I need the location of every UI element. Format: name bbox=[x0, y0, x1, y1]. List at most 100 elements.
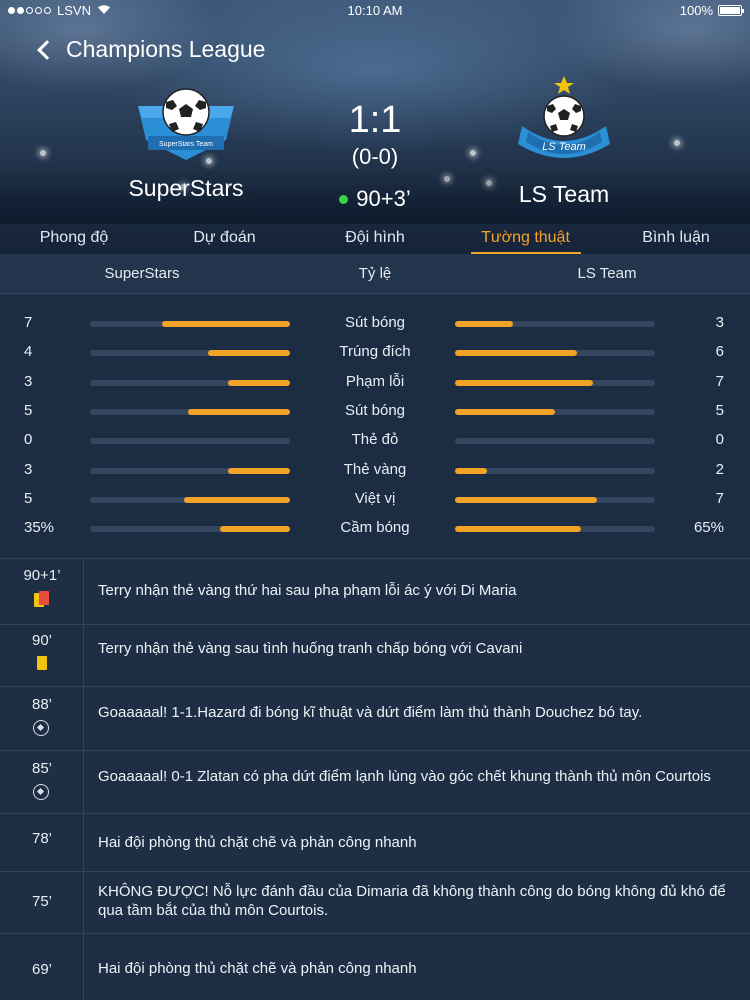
stat-away-bar-fill bbox=[455, 526, 581, 533]
stats-home-label: SuperStars bbox=[104, 265, 180, 282]
stat-row: 0 Thẻ đỏ 0 bbox=[0, 426, 750, 454]
stat-away-value: 65% bbox=[693, 519, 724, 537]
stat-row: 35% Cầm bóng 65% bbox=[0, 514, 750, 542]
stat-row: 5 Sút bóng 5 bbox=[0, 397, 750, 425]
stat-home-bar-fill bbox=[208, 350, 290, 357]
stat-home-bar bbox=[90, 408, 290, 415]
stats-middle-label: Tỷ lệ bbox=[358, 265, 392, 282]
stat-away-value: 3 bbox=[715, 314, 724, 331]
stat-row: 5 Việt vị 7 bbox=[0, 485, 750, 513]
football-icon bbox=[33, 720, 49, 736]
stat-label: Thẻ vàng bbox=[343, 460, 407, 478]
tab-bar: Phong độ Dự đoán Đội hình Tường thuật Bì… bbox=[0, 222, 750, 254]
tab-commentary[interactable]: Tường thuật bbox=[466, 222, 586, 254]
stat-home-bar bbox=[90, 496, 290, 503]
stat-home-bar bbox=[90, 321, 290, 327]
yellow-card-icon bbox=[37, 656, 47, 670]
stat-away-bar bbox=[455, 467, 655, 474]
stat-row: 3 Thẻ vàng 2 bbox=[0, 456, 750, 484]
football-icon bbox=[33, 784, 49, 800]
stat-home-bar-fill bbox=[228, 379, 290, 386]
stat-away-bar bbox=[455, 496, 655, 503]
away-team[interactable]: LS Team LS Team bbox=[478, 74, 650, 208]
commentary-minute: 85’ bbox=[31, 760, 53, 777]
stat-label: Trúng đích bbox=[339, 343, 411, 361]
tab-comments[interactable]: Bình luận bbox=[616, 222, 736, 254]
match-minute: 90+3’ bbox=[300, 186, 450, 212]
status-time: 10:10 AM bbox=[347, 3, 403, 18]
stat-label: Phạm lỗi bbox=[345, 372, 405, 390]
stat-away-bar bbox=[455, 321, 655, 327]
stat-home-bar bbox=[90, 467, 290, 474]
stats-header: SuperStars Tỷ lệ LS Team bbox=[0, 254, 750, 294]
stat-home-value: 5 bbox=[24, 401, 33, 419]
tab-form[interactable]: Phong độ bbox=[14, 222, 134, 254]
commentary-item[interactable]: 78’ Hai đội phòng thủ chặt chẽ và phản cô… bbox=[0, 813, 750, 871]
commentary-minute: 78’ bbox=[31, 830, 53, 847]
battery-percent: 100% bbox=[679, 3, 713, 18]
commentary-text: Terry nhận thẻ vàng thứ hai sau pha phạm… bbox=[98, 582, 517, 599]
commentary-time-cell: 88’ bbox=[0, 687, 84, 750]
commentary-item[interactable]: 75’ KHÔNG ĐƯỢC! Nỗ lực đánh đầu của Dimar… bbox=[0, 871, 750, 933]
minute-text: 90+3’ bbox=[356, 186, 411, 211]
stat-away-bar-fill bbox=[455, 350, 577, 357]
stat-away-bar-fill bbox=[455, 379, 593, 386]
back-chevron-icon bbox=[37, 39, 57, 60]
stat-home-bar bbox=[90, 526, 290, 533]
stat-label: Thẻ đỏ bbox=[351, 431, 399, 449]
stat-label: Việt vị bbox=[354, 489, 396, 507]
commentary-text: Goaaaaal! 0-1 Zlatan có pha dứt điểm lạn… bbox=[98, 768, 711, 785]
stat-label: Sút bóng bbox=[344, 401, 406, 419]
stat-home-value: 5 bbox=[24, 489, 33, 507]
stat-row: 3 Phạm lỗi 7 bbox=[0, 368, 750, 396]
stats-away-label: LS Team bbox=[577, 265, 637, 282]
stat-away-value: 5 bbox=[715, 401, 724, 419]
stat-home-bar bbox=[90, 379, 290, 386]
commentary-item[interactable]: 69’ Hai đội phòng thủ chặt chẽ và phản cô… bbox=[0, 933, 750, 1000]
stat-row: 7 Sút bóng 3 bbox=[0, 309, 750, 337]
back-button[interactable]: Champions League bbox=[34, 36, 265, 63]
tab-lineup[interactable]: Đội hình bbox=[315, 222, 435, 254]
commentary-item[interactable]: 90+1’ Terry nhận thẻ vàng thứ hai sau pha… bbox=[0, 558, 750, 624]
stat-away-bar-fill bbox=[455, 467, 487, 474]
commentary-time-cell: 90+1’ bbox=[0, 559, 84, 624]
live-indicator-icon bbox=[339, 194, 349, 204]
commentary-text: Hai đội phòng thủ chặt chẽ và phản công … bbox=[98, 960, 417, 977]
commentary-item[interactable]: 88’ Goaaaaal! 1-1.Hazard đi bóng kĩ thuật… bbox=[0, 686, 750, 750]
commentary-text: Hai đội phòng thủ chặt chẽ và phản công … bbox=[98, 834, 417, 851]
commentary-text: Goaaaaal! 1-1.Hazard đi bóng kĩ thuật và… bbox=[98, 704, 643, 721]
commentary-time-cell: 69’ bbox=[0, 934, 84, 1000]
stat-away-bar bbox=[455, 526, 655, 533]
stat-home-value: 0 bbox=[24, 431, 33, 449]
stat-home-bar-fill bbox=[184, 496, 290, 503]
stat-away-bar-fill bbox=[455, 496, 597, 503]
stat-home-value: 7 bbox=[24, 314, 33, 331]
stat-away-bar-fill bbox=[455, 321, 513, 327]
home-team-badge-icon: SuperStars Team bbox=[100, 88, 272, 165]
stat-home-value: 3 bbox=[24, 460, 33, 478]
commentary-time-cell: 85’ bbox=[0, 751, 84, 813]
home-team[interactable]: SuperStars Team SuperStars bbox=[100, 88, 272, 202]
score-block: 1:1 (0-0) bbox=[300, 98, 450, 170]
commentary-minute: 69’ bbox=[31, 961, 53, 978]
stat-home-value: 4 bbox=[24, 343, 33, 361]
commentary-item[interactable]: 90’ Terry nhận thẻ vàng sau tình huống tr… bbox=[0, 624, 750, 686]
stat-home-bar-fill bbox=[188, 408, 290, 415]
stat-away-bar bbox=[455, 438, 655, 445]
away-team-badge-icon: LS Team bbox=[478, 74, 650, 169]
stat-home-value: 35% bbox=[24, 519, 55, 537]
commentary-minute: 90+1’ bbox=[23, 567, 61, 584]
half-time-score: (0-0) bbox=[351, 144, 399, 169]
commentary-text: KHÔNG ĐƯỢC! Nỗ lực đánh đầu của Dimaria … bbox=[98, 883, 726, 919]
commentary-list: 90+1’ Terry nhận thẻ vàng thứ hai sau pha… bbox=[0, 558, 750, 1000]
commentary-item[interactable]: 85’ Goaaaaal! 0-1 Zlatan có pha dứt điểm … bbox=[0, 750, 750, 813]
stat-home-bar bbox=[90, 438, 290, 445]
stat-away-value: 6 bbox=[715, 343, 724, 361]
stats-panel: 7 Sút bóng 3 4 Trúng đích 6 3 Phạm lỗi 7 5 Sút bón… bbox=[0, 294, 750, 558]
tab-prediction[interactable]: Dự đoán bbox=[165, 222, 285, 254]
commentary-time-cell: 90’ bbox=[0, 625, 84, 686]
stat-home-bar-fill bbox=[220, 526, 290, 533]
stat-away-value: 7 bbox=[715, 372, 724, 390]
commentary-minute: 75’ bbox=[31, 893, 53, 910]
status-bar: LSVN 10:10 AM 100% bbox=[0, 0, 750, 22]
